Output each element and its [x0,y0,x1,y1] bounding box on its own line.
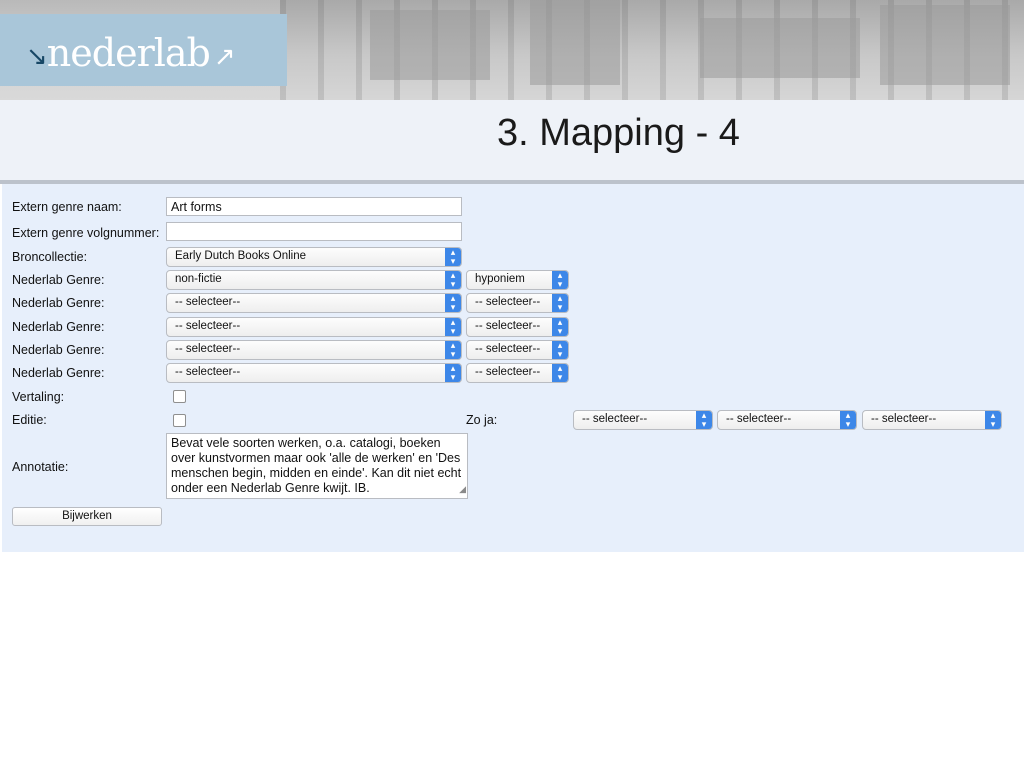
annotatie-textarea[interactable]: Bevat vele soorten werken, o.a. catalogi… [166,433,468,499]
nederlab-logo: ↘nederlab ↗ [26,31,236,75]
nederlab-genre-select[interactable]: -- selecteer-- ▴ ▾ [166,317,462,337]
broncollectie-label: Broncollectie: [12,250,88,264]
banner-photo [280,0,1024,100]
zo-ja-select-3[interactable]: -- selecteer-- ▴ ▾ [862,410,1002,430]
chevron-updown-icon: ▴ ▾ [445,294,461,312]
chevron-updown-icon: ▴ ▾ [445,271,461,289]
genre-value: -- selecteer-- [175,320,241,332]
zo-ja-label: Zo ja: [466,413,498,427]
zo-ja-value: -- selecteer-- [726,413,792,425]
nederlab-genre-label: Nederlab Genre: [12,366,105,380]
chevron-updown-icon: ▴ ▾ [552,271,568,289]
genre-value: -- selecteer-- [175,296,241,308]
broncollectie-value: Early Dutch Books Online [175,250,307,262]
chevron-updown-icon: ▴ ▾ [840,411,856,429]
chevron-updown-icon: ▴ ▾ [445,364,461,382]
nederlab-genre-select[interactable]: non-fictie ▴ ▾ [166,270,462,290]
extern-genre-volgnummer-input[interactable] [166,222,462,241]
genre-relation-select[interactable]: -- selecteer-- ▴ ▾ [466,340,569,360]
extern-genre-naam-label: Extern genre naam: [12,200,122,214]
chevron-updown-icon: ▴ ▾ [552,341,568,359]
nederlab-genre-select[interactable]: -- selecteer-- ▴ ▾ [166,363,462,383]
zo-ja-value: -- selecteer-- [871,413,937,425]
page-title: 3. Mapping - 4 [497,112,740,154]
relation-value: -- selecteer-- [475,320,541,332]
logo-text: nederlab [46,31,211,75]
extern-genre-naam-input[interactable]: Art forms [166,197,462,216]
genre-value: -- selecteer-- [175,343,241,355]
relation-value: -- selecteer-- [475,366,541,378]
chevron-updown-icon: ▴ ▾ [552,318,568,336]
broncollectie-select[interactable]: Early Dutch Books Online ▴ ▾ [166,247,462,267]
genre-relation-select[interactable]: -- selecteer-- ▴ ▾ [466,363,569,383]
chevron-updown-icon: ▴ ▾ [445,318,461,336]
editie-label: Editie: [12,413,47,427]
nederlab-genre-select[interactable]: -- selecteer-- ▴ ▾ [166,340,462,360]
genre-value: -- selecteer-- [175,366,241,378]
nederlab-genre-label: Nederlab Genre: [12,273,105,287]
relation-value: hyponiem [475,273,525,285]
zo-ja-select-2[interactable]: -- selecteer-- ▴ ▾ [717,410,857,430]
nederlab-genre-label: Nederlab Genre: [12,320,105,334]
nederlab-genre-select[interactable]: -- selecteer-- ▴ ▾ [166,293,462,313]
nederlab-genre-label: Nederlab Genre: [12,296,105,310]
chevron-updown-icon: ▴ ▾ [696,411,712,429]
zo-ja-select-1[interactable]: -- selecteer-- ▴ ▾ [573,410,713,430]
chevron-updown-icon: ▴ ▾ [552,364,568,382]
vertaling-label: Vertaling: [12,390,65,404]
arrow-down-right-icon: ↘ [26,41,48,72]
extern-genre-volgnummer-label: Extern genre volgnummer: [12,226,160,240]
editie-checkbox[interactable] [173,414,186,427]
chevron-updown-icon: ▴ ▾ [445,341,461,359]
relation-value: -- selecteer-- [475,296,541,308]
zo-ja-value: -- selecteer-- [582,413,648,425]
arrow-up-right-icon: ↗ [213,41,236,72]
annotatie-label: Annotatie: [12,460,69,474]
header-banner: ↘nederlab ↗ [0,0,1024,100]
chevron-updown-icon: ▴ ▾ [985,411,1001,429]
chevron-updown-icon: ▴ ▾ [445,248,461,266]
nederlab-genre-label: Nederlab Genre: [12,343,105,357]
chevron-updown-icon: ▴ ▾ [552,294,568,312]
genre-value: non-fictie [175,273,222,285]
logo-box: ↘nederlab ↗ [0,14,287,86]
genre-relation-select[interactable]: -- selecteer-- ▴ ▾ [466,317,569,337]
genre-relation-select[interactable]: hyponiem ▴ ▾ [466,270,569,290]
vertaling-checkbox[interactable] [173,390,186,403]
resize-grip-icon[interactable]: ◢ [459,482,466,497]
annotatie-text: Bevat vele soorten werken, o.a. catalogi… [171,436,462,495]
bijwerken-button[interactable]: Bijwerken [12,507,162,526]
genre-relation-select[interactable]: -- selecteer-- ▴ ▾ [466,293,569,313]
relation-value: -- selecteer-- [475,343,541,355]
